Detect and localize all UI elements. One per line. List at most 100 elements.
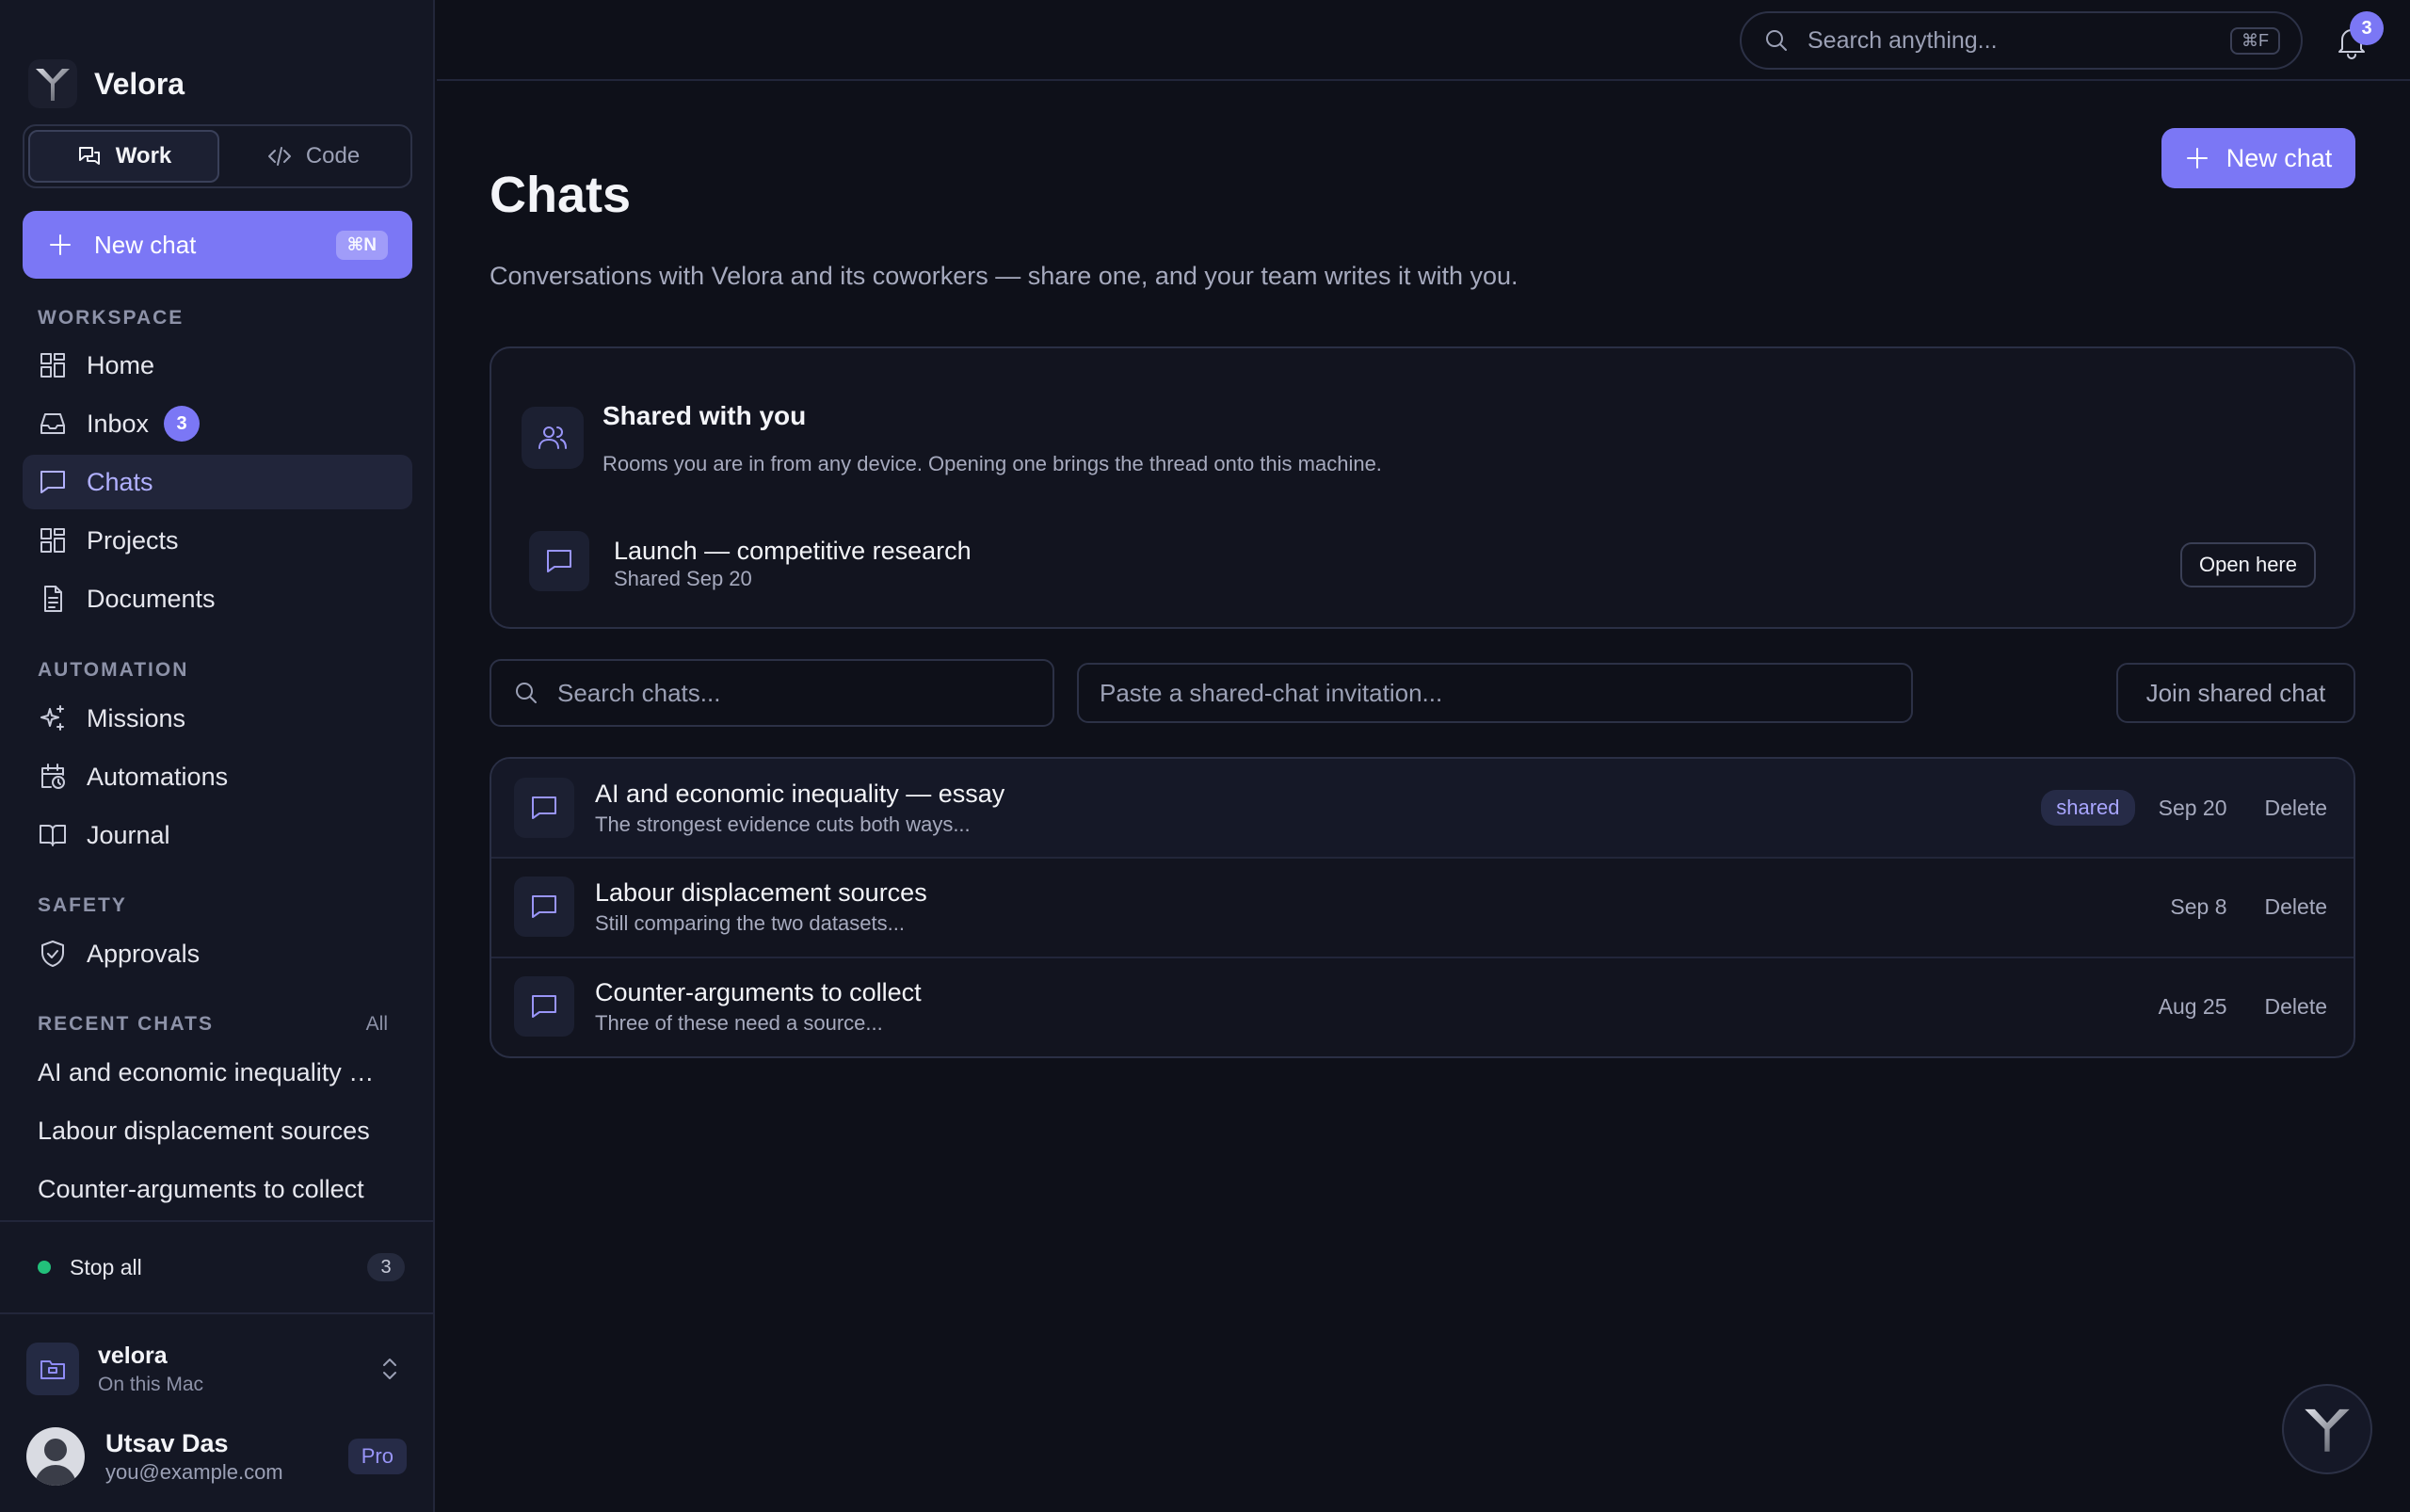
velora-logo-icon <box>2305 1408 2350 1452</box>
new-chat-label: New chat <box>94 230 197 259</box>
join-shared-chat-button[interactable]: Join shared chat <box>2116 663 2355 723</box>
shared-with-you-card: Shared with you Rooms you are in from an… <box>490 346 2355 629</box>
shared-badge: shared <box>2041 790 2135 826</box>
chat-title: Counter-arguments to collect <box>595 977 922 1006</box>
mode-code-label: Code <box>305 143 361 169</box>
user-email: you@example.com <box>105 1459 283 1484</box>
global-search-input[interactable]: Search anything... ⌘F <box>1740 11 2303 70</box>
grid-icon <box>40 353 65 378</box>
recent-chat-item[interactable]: Labour displacement sources <box>38 1117 370 1146</box>
shield-check-icon <box>41 941 64 967</box>
sidebar-item-projects[interactable]: Projects <box>23 513 412 568</box>
running-count-badge: 3 <box>367 1253 405 1281</box>
global-search-placeholder: Search anything... <box>1808 26 1998 54</box>
recent-chat-item[interactable]: Counter-arguments to collect <box>38 1175 364 1204</box>
delete-chat-button[interactable]: Delete <box>2265 796 2327 821</box>
grid-icon <box>40 528 65 553</box>
automation-section-label: AUTOMATION <box>38 659 189 681</box>
user-name: Utsav Das <box>105 1428 229 1457</box>
chat-title: Labour displacement sources <box>595 877 927 907</box>
app-name: Velora <box>94 66 185 101</box>
sidebar-item-chats[interactable]: Chats <box>23 455 412 509</box>
chat-list-item[interactable]: Labour displacement sources Still compar… <box>491 857 2354 955</box>
new-chat-label: New chat <box>2225 143 2333 172</box>
page-title: Chats <box>490 167 632 223</box>
chat-bubble-icon <box>514 976 574 1037</box>
notification-count-badge: 3 <box>2350 11 2384 45</box>
recent-chat-item[interactable]: AI and economic inequality — essay <box>38 1058 395 1087</box>
sidebar-item-label: Inbox <box>87 409 150 438</box>
delete-chat-button[interactable]: Delete <box>2265 894 2327 920</box>
user-profile[interactable]: Utsav Das you@example.com Pro <box>26 1424 412 1489</box>
search-chats-placeholder: Search chats... <box>557 678 721 707</box>
running-status-dot <box>38 1261 51 1274</box>
sidebar-item-home[interactable]: Home <box>23 338 412 393</box>
chat-preview: Still comparing the two datasets... <box>595 910 905 935</box>
new-chat-button[interactable]: New chat <box>2161 128 2355 188</box>
chat-bubbles-icon <box>78 147 100 165</box>
shared-chat-date: Shared Sep 20 <box>614 567 752 590</box>
calendar-clock-icon <box>41 764 65 789</box>
shared-chat-title[interactable]: Launch — competitive research <box>614 537 972 566</box>
brand[interactable]: Velora <box>28 58 185 109</box>
sidebar-divider <box>0 1312 435 1314</box>
delete-chat-button[interactable]: Delete <box>2265 994 2327 1020</box>
search-icon <box>1766 30 1787 51</box>
new-chat-button[interactable]: New chat ⌘N <box>23 211 412 279</box>
document-icon <box>44 586 62 612</box>
inbox-tray-icon <box>40 413 65 434</box>
open-here-button[interactable]: Open here <box>2180 542 2316 587</box>
sidebar-item-label: Home <box>87 350 155 379</box>
shared-section-title: Shared with you <box>602 401 807 430</box>
folder-icon <box>26 1343 79 1395</box>
avatar <box>26 1427 85 1486</box>
sidebar-item-missions[interactable]: Missions <box>23 691 412 746</box>
sidebar-item-automations[interactable]: Automations <box>23 749 412 804</box>
inbox-count-badge: 3 <box>164 406 201 442</box>
stop-all-label: Stop all <box>70 1254 142 1279</box>
chat-date: Sep 8 <box>2170 893 2227 919</box>
new-chat-shortcut: ⌘N <box>335 230 388 260</box>
workspace-location: On this Mac <box>98 1373 204 1395</box>
search-chats-input[interactable]: Search chats... <box>490 659 1054 727</box>
sidebar-item-approvals[interactable]: Approvals <box>23 926 412 981</box>
chat-bubble-icon <box>514 877 574 937</box>
chat-bubble-icon <box>514 778 574 838</box>
chat-bubble-icon <box>40 471 65 493</box>
recent-chats-section-label: RECENT CHATS <box>38 1013 214 1035</box>
workspace-section-label: WORKSPACE <box>38 307 185 329</box>
code-icon <box>267 147 291 166</box>
sparkles-icon <box>40 705 64 731</box>
velora-logo-icon <box>28 59 77 108</box>
sidebar-item-documents[interactable]: Documents <box>23 571 412 626</box>
plus-icon <box>50 234 71 255</box>
sidebar-item-label: Projects <box>87 525 179 555</box>
chat-list-item[interactable]: Counter-arguments to collect Three of th… <box>491 957 2354 1054</box>
users-icon <box>522 407 584 469</box>
invitation-placeholder: Paste a shared-chat invitation... <box>1100 678 1443 707</box>
assistant-launcher-button[interactable] <box>2282 1384 2372 1474</box>
sidebar-item-label: Approvals <box>87 939 201 968</box>
page-subtitle: Conversations with Velora and its cowork… <box>490 262 1518 290</box>
search-shortcut: ⌘F <box>2230 26 2280 55</box>
sidebar: Velora Work Code New chat ⌘N WORKSPACE H… <box>0 0 435 1512</box>
chat-list: AI and economic inequality — essay The s… <box>490 757 2355 1058</box>
sidebar-item-label: Journal <box>87 820 170 849</box>
recent-chats-all-link[interactable]: All <box>366 1013 388 1036</box>
shared-section-description: Rooms you are in from any device. Openin… <box>602 452 1382 475</box>
mode-work-label: Work <box>115 143 172 169</box>
mode-work-button[interactable]: Work <box>28 130 219 183</box>
chat-list-item[interactable]: AI and economic inequality — essay The s… <box>491 759 2354 857</box>
stop-all-button[interactable]: Stop all 3 <box>38 1252 405 1282</box>
sidebar-divider <box>0 1220 435 1222</box>
mode-code-button[interactable]: Code <box>219 130 407 183</box>
invitation-input[interactable]: Paste a shared-chat invitation... <box>1077 663 1913 723</box>
sidebar-item-inbox[interactable]: Inbox 3 <box>23 396 412 451</box>
safety-section-label: SAFETY <box>38 894 127 916</box>
chevron-up-down-icon <box>383 1359 396 1379</box>
workspace-selector[interactable]: velora On this Mac <box>26 1337 412 1401</box>
chat-preview: The strongest evidence cuts both ways... <box>595 812 971 836</box>
search-icon <box>516 683 537 703</box>
chat-title: AI and economic inequality — essay <box>595 779 1005 808</box>
sidebar-item-journal[interactable]: Journal <box>23 808 412 862</box>
